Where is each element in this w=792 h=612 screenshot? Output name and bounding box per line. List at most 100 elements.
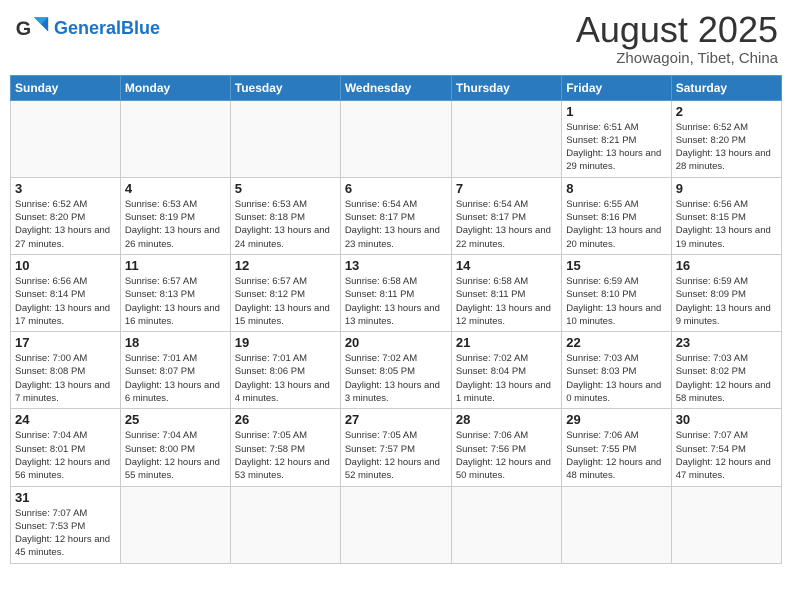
calendar-cell: 1 Sunrise: 6:51 AM Sunset: 8:21 PM Daylig… (562, 100, 671, 177)
day-info: Sunrise: 7:06 AM Sunset: 7:55 PM Dayligh… (566, 429, 666, 482)
weekday-header-row: SundayMondayTuesdayWednesdayThursdayFrid… (11, 75, 782, 100)
day-number: 5 (235, 181, 336, 196)
day-number: 6 (345, 181, 447, 196)
day-number: 20 (345, 335, 447, 350)
logo-text: GeneralBlue (54, 18, 160, 39)
calendar-cell: 11Sunrise: 6:57 AM Sunset: 8:13 PM Dayli… (120, 254, 230, 331)
week-row-4: 24Sunrise: 7:04 AM Sunset: 8:01 PM Dayli… (11, 409, 782, 486)
day-number: 27 (345, 412, 447, 427)
day-number: 31 (15, 490, 116, 505)
calendar-cell: 22Sunrise: 7:03 AM Sunset: 8:03 PM Dayli… (562, 332, 671, 409)
day-number: 10 (15, 258, 116, 273)
day-info: Sunrise: 7:06 AM Sunset: 7:56 PM Dayligh… (456, 429, 557, 482)
calendar-cell (340, 100, 451, 177)
day-info: Sunrise: 6:53 AM Sunset: 8:18 PM Dayligh… (235, 198, 336, 251)
calendar-cell: 26 Sunrise: 7:05 AM Sunset: 7:58 PM Dayli… (230, 409, 340, 486)
day-number: 9 (676, 181, 777, 196)
calendar-cell: 24Sunrise: 7:04 AM Sunset: 8:01 PM Dayli… (11, 409, 121, 486)
calendar-cell: 12Sunrise: 6:57 AM Sunset: 8:12 PM Dayli… (230, 254, 340, 331)
day-info: Sunrise: 7:00 AM Sunset: 8:08 PM Dayligh… (15, 352, 116, 405)
day-number: 3 (15, 181, 116, 196)
day-info: Sunrise: 7:01 AM Sunset: 8:06 PM Dayligh… (235, 352, 336, 405)
day-number: 25 (125, 412, 226, 427)
weekday-header-friday: Friday (562, 75, 671, 100)
day-info: Sunrise: 7:05 AM Sunset: 7:58 PM Dayligh… (235, 429, 336, 482)
weekday-header-tuesday: Tuesday (230, 75, 340, 100)
calendar-cell: 15Sunrise: 6:59 AM Sunset: 8:10 PM Dayli… (562, 254, 671, 331)
week-row-3: 17 Sunrise: 7:00 AM Sunset: 8:08 PM Dayli… (11, 332, 782, 409)
day-info: Sunrise: 6:58 AM Sunset: 8:11 PM Dayligh… (345, 275, 447, 328)
calendar-cell: 4 Sunrise: 6:53 AM Sunset: 8:19 PM Daylig… (120, 177, 230, 254)
day-info: Sunrise: 7:07 AM Sunset: 7:53 PM Dayligh… (15, 507, 116, 560)
month-title: August 2025 (576, 10, 778, 50)
calendar-cell: 10 Sunrise: 6:56 AM Sunset: 8:14 PM Dayli… (11, 254, 121, 331)
calendar-cell: 2 Sunrise: 6:52 AM Sunset: 8:20 PM Daylig… (671, 100, 781, 177)
weekday-header-sunday: Sunday (11, 75, 121, 100)
day-info: Sunrise: 7:05 AM Sunset: 7:57 PM Dayligh… (345, 429, 447, 482)
day-info: Sunrise: 7:02 AM Sunset: 8:04 PM Dayligh… (456, 352, 557, 405)
day-info: Sunrise: 7:02 AM Sunset: 8:05 PM Dayligh… (345, 352, 447, 405)
calendar-cell: 20 Sunrise: 7:02 AM Sunset: 8:05 PM Dayli… (340, 332, 451, 409)
day-number: 17 (15, 335, 116, 350)
day-info: Sunrise: 7:04 AM Sunset: 8:00 PM Dayligh… (125, 429, 226, 482)
day-number: 23 (676, 335, 777, 350)
day-info: Sunrise: 6:55 AM Sunset: 8:16 PM Dayligh… (566, 198, 666, 251)
day-info: Sunrise: 6:59 AM Sunset: 8:09 PM Dayligh… (676, 275, 777, 328)
logo-icon: G (14, 10, 50, 46)
week-row-2: 10 Sunrise: 6:56 AM Sunset: 8:14 PM Dayli… (11, 254, 782, 331)
calendar-cell: 7Sunrise: 6:54 AM Sunset: 8:17 PM Daylig… (451, 177, 561, 254)
calendar-cell (120, 100, 230, 177)
weekday-header-thursday: Thursday (451, 75, 561, 100)
day-number: 7 (456, 181, 557, 196)
day-info: Sunrise: 6:51 AM Sunset: 8:21 PM Dayligh… (566, 121, 666, 174)
calendar-cell (671, 486, 781, 563)
title-block: August 2025 Zhowagoin, Tibet, China (576, 10, 778, 67)
day-info: Sunrise: 6:58 AM Sunset: 8:11 PM Dayligh… (456, 275, 557, 328)
calendar-cell: 29 Sunrise: 7:06 AM Sunset: 7:55 PM Dayli… (562, 409, 671, 486)
day-number: 14 (456, 258, 557, 273)
day-number: 26 (235, 412, 336, 427)
calendar-cell (451, 486, 561, 563)
header: G GeneralBlue August 2025 Zhowagoin, Tib… (10, 10, 782, 67)
calendar-cell: 18Sunrise: 7:01 AM Sunset: 8:07 PM Dayli… (120, 332, 230, 409)
day-number: 4 (125, 181, 226, 196)
calendar-cell: 5 Sunrise: 6:53 AM Sunset: 8:18 PM Daylig… (230, 177, 340, 254)
day-info: Sunrise: 6:59 AM Sunset: 8:10 PM Dayligh… (566, 275, 666, 328)
calendar-cell (340, 486, 451, 563)
day-info: Sunrise: 6:52 AM Sunset: 8:20 PM Dayligh… (15, 198, 116, 251)
calendar-cell: 21Sunrise: 7:02 AM Sunset: 8:04 PM Dayli… (451, 332, 561, 409)
day-number: 29 (566, 412, 666, 427)
calendar-cell: 30Sunrise: 7:07 AM Sunset: 7:54 PM Dayli… (671, 409, 781, 486)
day-number: 22 (566, 335, 666, 350)
day-info: Sunrise: 7:03 AM Sunset: 8:02 PM Dayligh… (676, 352, 777, 405)
week-row-0: 1 Sunrise: 6:51 AM Sunset: 8:21 PM Daylig… (11, 100, 782, 177)
calendar-cell: 16 Sunrise: 6:59 AM Sunset: 8:09 PM Dayli… (671, 254, 781, 331)
day-number: 2 (676, 104, 777, 119)
location: Zhowagoin, Tibet, China (576, 50, 778, 67)
calendar-cell: 31 Sunrise: 7:07 AM Sunset: 7:53 PM Dayli… (11, 486, 121, 563)
day-info: Sunrise: 6:52 AM Sunset: 8:20 PM Dayligh… (676, 121, 777, 174)
day-number: 8 (566, 181, 666, 196)
svg-text:G: G (16, 18, 31, 40)
weekday-header-saturday: Saturday (671, 75, 781, 100)
day-number: 16 (676, 258, 777, 273)
logo-general: General (54, 18, 121, 38)
day-number: 1 (566, 104, 666, 119)
day-number: 28 (456, 412, 557, 427)
day-info: Sunrise: 6:54 AM Sunset: 8:17 PM Dayligh… (345, 198, 447, 251)
calendar-cell: 3 Sunrise: 6:52 AM Sunset: 8:20 PM Daylig… (11, 177, 121, 254)
calendar-cell: 19 Sunrise: 7:01 AM Sunset: 8:06 PM Dayli… (230, 332, 340, 409)
calendar-cell (230, 100, 340, 177)
day-number: 19 (235, 335, 336, 350)
day-number: 18 (125, 335, 226, 350)
day-number: 24 (15, 412, 116, 427)
calendar-cell: 27 Sunrise: 7:05 AM Sunset: 7:57 PM Dayli… (340, 409, 451, 486)
calendar-cell (451, 100, 561, 177)
logo-blue: Blue (121, 18, 160, 38)
weekday-header-wednesday: Wednesday (340, 75, 451, 100)
calendar-cell: 17 Sunrise: 7:00 AM Sunset: 8:08 PM Dayli… (11, 332, 121, 409)
calendar-cell: 13Sunrise: 6:58 AM Sunset: 8:11 PM Dayli… (340, 254, 451, 331)
day-info: Sunrise: 6:56 AM Sunset: 8:14 PM Dayligh… (15, 275, 116, 328)
day-number: 11 (125, 258, 226, 273)
day-info: Sunrise: 6:53 AM Sunset: 8:19 PM Dayligh… (125, 198, 226, 251)
